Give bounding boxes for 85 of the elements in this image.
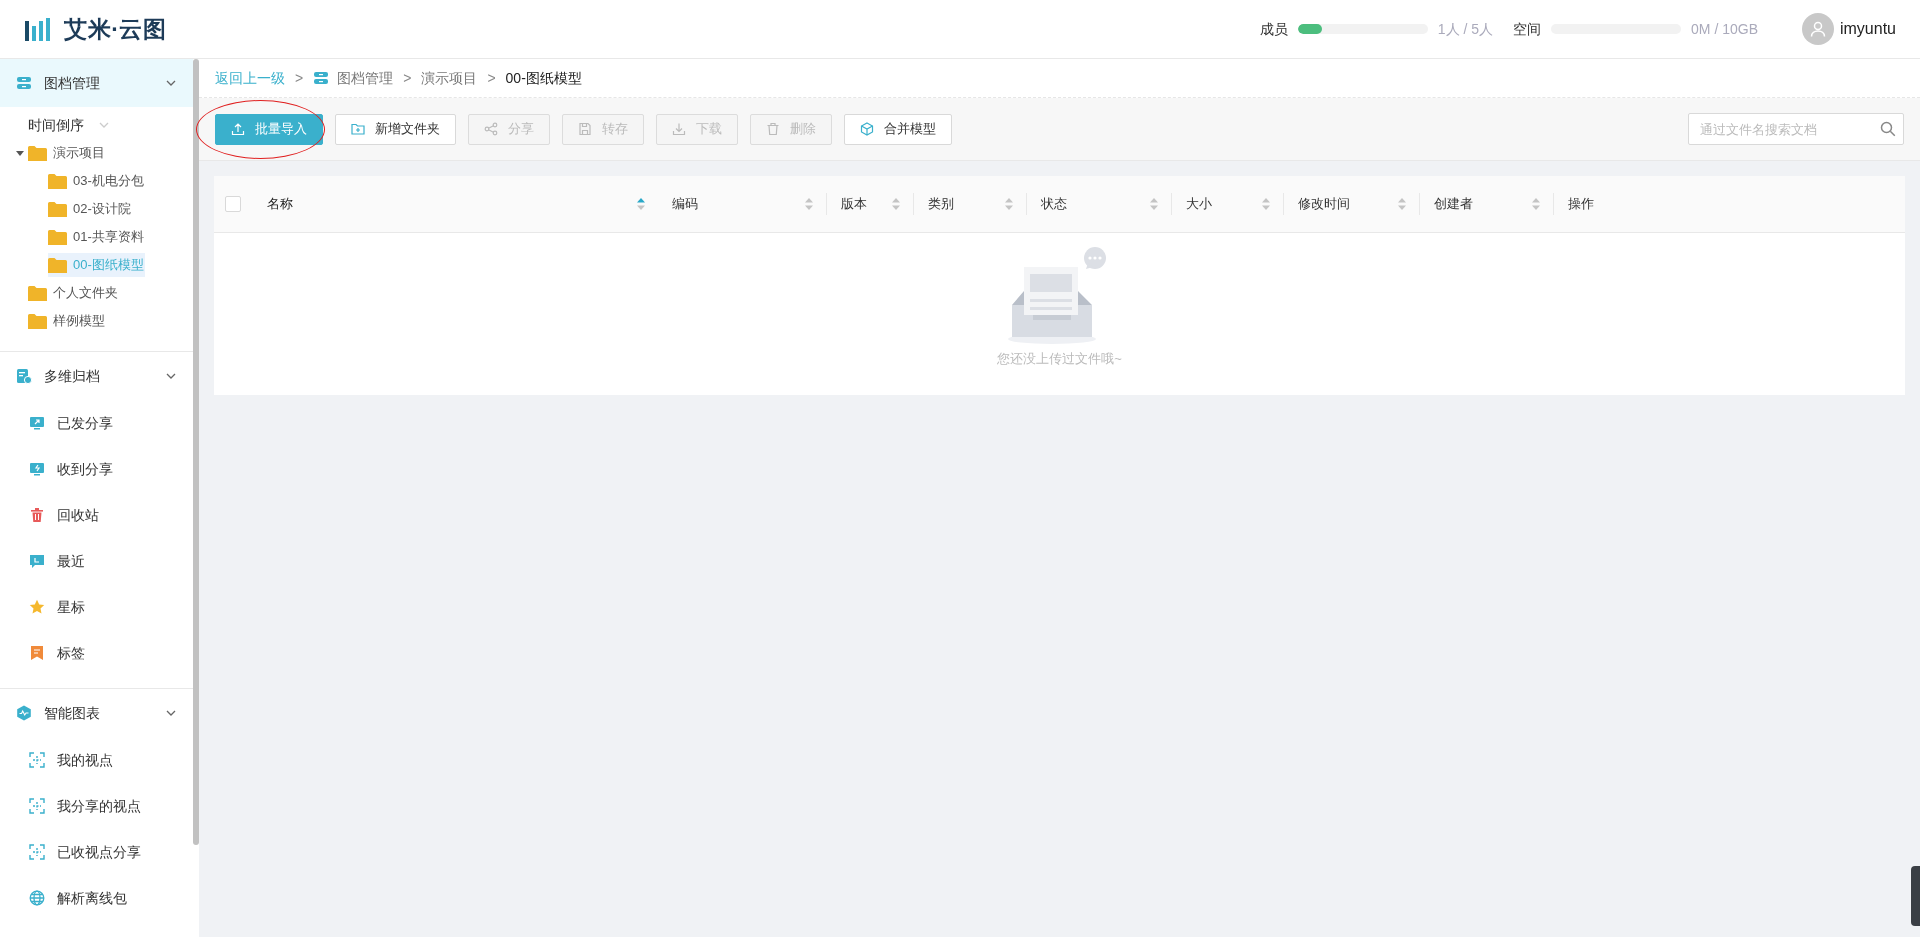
sort-icon[interactable] bbox=[1262, 198, 1270, 210]
tree-item[interactable]: 样例模型 bbox=[28, 309, 106, 333]
breadcrumb-link[interactable]: 00-图纸模型 bbox=[505, 67, 582, 89]
document-icon bbox=[16, 368, 32, 384]
breadcrumb-link[interactable]: 演示项目 bbox=[421, 67, 478, 89]
members-label: 成员 bbox=[1259, 19, 1288, 39]
tree-item[interactable]: 01-共享资料 bbox=[48, 225, 145, 249]
column-header[interactable]: 版本 bbox=[841, 194, 867, 214]
tree-item[interactable]: 演示项目 bbox=[28, 141, 106, 165]
monitor-icon bbox=[29, 461, 45, 477]
sidebar-item[interactable]: 回收站 bbox=[0, 492, 193, 538]
toolbar-button[interactable]: 新增文件夹 bbox=[335, 113, 456, 145]
caret-icon[interactable] bbox=[16, 149, 24, 157]
empty-message: 您还没上传过文件哦~ bbox=[997, 350, 1122, 368]
globe-icon bbox=[29, 890, 45, 906]
breadcrumb-separator: > bbox=[403, 68, 412, 88]
folder-icon bbox=[28, 313, 47, 329]
sort-icon[interactable] bbox=[892, 198, 900, 210]
sidebar-item[interactable]: 星标 bbox=[0, 584, 193, 630]
tree-item[interactable]: 02-设计院 bbox=[48, 197, 132, 221]
sort-dropdown[interactable]: 时间倒序 bbox=[28, 114, 84, 136]
star-icon bbox=[29, 599, 45, 615]
focus-frame-icon bbox=[29, 798, 45, 814]
sort-icon[interactable] bbox=[805, 198, 813, 210]
clock-card-icon bbox=[29, 553, 45, 569]
bookmark-icon bbox=[29, 645, 45, 661]
floppy-icon bbox=[578, 122, 592, 136]
sidebar-item[interactable]: 收到分享 bbox=[0, 446, 193, 492]
sort-icon[interactable] bbox=[1532, 198, 1540, 210]
folder-icon bbox=[48, 201, 67, 217]
sort-icon[interactable] bbox=[1398, 198, 1406, 210]
column-header[interactable]: 创建者 bbox=[1434, 194, 1473, 214]
tree-item[interactable]: 个人文件夹 bbox=[28, 281, 119, 305]
folder-icon bbox=[48, 257, 67, 273]
sort-icon[interactable] bbox=[1150, 198, 1158, 210]
folder-icon bbox=[48, 173, 67, 189]
focus-frame-icon bbox=[29, 752, 45, 768]
breadcrumb-link[interactable]: 图档管理 bbox=[337, 67, 394, 89]
select-all-checkbox[interactable] bbox=[225, 196, 241, 212]
sort-icon[interactable] bbox=[1005, 198, 1013, 210]
toolbar-button[interactable]: 合并模型 bbox=[844, 113, 952, 145]
folder-icon bbox=[28, 285, 47, 301]
sort-icon[interactable] bbox=[637, 198, 645, 210]
folder-plus-icon bbox=[351, 122, 365, 136]
cube-icon bbox=[860, 122, 874, 136]
floating-widget[interactable] bbox=[1911, 866, 1920, 926]
column-header[interactable]: 编码 bbox=[672, 194, 698, 214]
breadcrumb-separator: > bbox=[295, 68, 304, 88]
members-reading: 1人 / 5人 bbox=[1437, 19, 1494, 39]
storage-reading: 0M / 10GB bbox=[1691, 19, 1758, 39]
search-icon[interactable] bbox=[1880, 121, 1896, 137]
monitor-icon bbox=[29, 415, 45, 431]
sidebar-item[interactable]: 我的视点 bbox=[0, 737, 193, 783]
share-icon bbox=[484, 122, 498, 136]
sidebar-item[interactable]: 标签 bbox=[0, 630, 193, 676]
storage-label: 空间 bbox=[1513, 19, 1542, 39]
download-icon bbox=[672, 122, 686, 136]
search-field[interactable]: 通过文件名搜索文档 bbox=[1688, 113, 1904, 145]
pulse-icon bbox=[16, 705, 32, 721]
sidebar-item[interactable]: 最近 bbox=[0, 538, 193, 584]
user-icon bbox=[1809, 21, 1826, 37]
folder-icon bbox=[48, 229, 67, 245]
drawer-icon bbox=[16, 75, 32, 91]
tree-item[interactable]: 03-机电分包 bbox=[48, 169, 145, 193]
upload-icon bbox=[231, 122, 245, 136]
trash-icon bbox=[29, 507, 45, 523]
sidebar-scrollbar[interactable] bbox=[193, 59, 199, 845]
focus-frame-icon bbox=[29, 844, 45, 860]
username[interactable]: imyuntu bbox=[1839, 17, 1896, 41]
sidebar-item[interactable]: 我分享的视点 bbox=[0, 783, 193, 829]
column-header[interactable]: 操作 bbox=[1568, 194, 1594, 214]
logo-text: 艾米·云图 bbox=[64, 14, 167, 44]
folder-icon bbox=[28, 145, 47, 161]
trash-icon bbox=[766, 122, 780, 136]
sidebar-item[interactable]: 已收视点分享 bbox=[0, 829, 193, 875]
sidebar-item[interactable]: 解析离线包 bbox=[0, 875, 193, 921]
avatar[interactable] bbox=[1801, 13, 1834, 45]
section-header[interactable]: 图档管理 bbox=[0, 59, 193, 107]
breadcrumb-separator: > bbox=[487, 68, 496, 88]
column-header[interactable]: 名称 bbox=[267, 194, 293, 214]
column-header[interactable]: 修改时间 bbox=[1298, 194, 1350, 214]
column-header[interactable]: 大小 bbox=[1186, 194, 1212, 214]
column-header[interactable]: 状态 bbox=[1041, 194, 1067, 214]
column-header[interactable]: 类别 bbox=[928, 194, 954, 214]
sidebar-item[interactable]: 已发分享 bbox=[0, 400, 193, 446]
